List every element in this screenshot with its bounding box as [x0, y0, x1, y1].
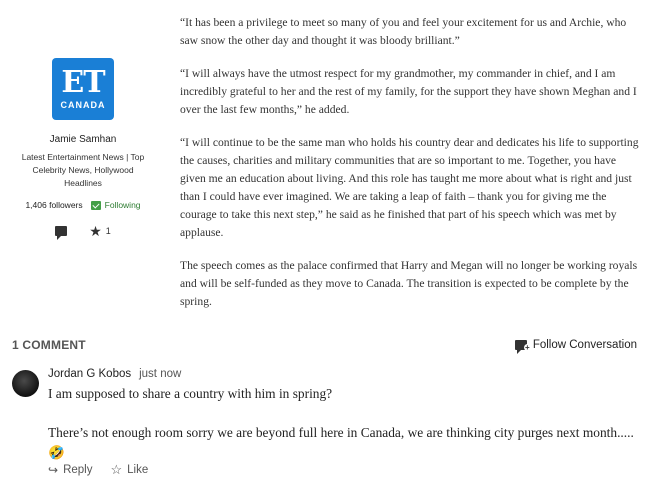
star-outline-icon: ☆: [110, 462, 123, 477]
logo-text: ET: [61, 65, 105, 100]
article-body: “It has been a privilege to meet so many…: [180, 14, 642, 326]
reply-label: Reply: [63, 464, 93, 476]
follow-conversation-label: Follow Conversation: [532, 339, 637, 351]
comment-actions: ↪ Reply ☆ Like: [48, 462, 148, 478]
comment-meta: Jordan G Kobos just now: [48, 368, 642, 380]
comment-line: I am supposed to share a country with hi…: [48, 386, 333, 401]
star-icon: ★: [89, 223, 102, 239]
et-canada-logo[interactable]: ET CANADA: [52, 58, 114, 120]
star-count: 1: [105, 226, 111, 236]
like-label: Like: [127, 464, 149, 476]
author-card: ET CANADA Jamie Samhan Latest Entertainm…: [14, 58, 152, 240]
reply-button[interactable]: ↪ Reply: [48, 462, 92, 478]
comment-body: Jordan G Kobos just now I am supposed to…: [48, 368, 642, 462]
comment: Jordan G Kobos just now I am supposed to…: [12, 368, 642, 477]
comment-text: I am supposed to share a country with hi…: [48, 384, 642, 462]
star-button[interactable]: ★ 1: [89, 224, 111, 238]
avatar[interactable]: [12, 370, 39, 397]
following-button[interactable]: Following: [90, 200, 141, 210]
comment-line: There’s not enough room sorry we are bey…: [48, 425, 634, 460]
article-paragraph: “It has been a privilege to meet so many…: [180, 16, 627, 47]
commenter-name[interactable]: Jordan G Kobos: [48, 368, 131, 380]
article-paragraph: “I will always have the utmost respect f…: [180, 67, 637, 116]
logo-subtext: CANADA: [60, 100, 106, 110]
author-name[interactable]: Jamie Samhan: [14, 134, 152, 145]
article-paragraph: The speech comes as the palace confirmed…: [180, 259, 638, 308]
article-paragraph: “I will continue to be the same man who …: [180, 136, 639, 239]
like-button[interactable]: ☆ Like: [110, 462, 148, 478]
comment-icon[interactable]: [55, 226, 68, 240]
reply-icon: ↪: [48, 463, 59, 477]
comment-count: 1 COMMENT: [12, 338, 86, 352]
follow-row: 1,406 followers Following: [14, 200, 152, 210]
following-label: Following: [104, 200, 141, 210]
author-actions: ★ 1: [14, 224, 152, 240]
comments-header: 1 COMMENT + Follow Conversation: [12, 338, 637, 354]
follow-conversation-button[interactable]: + Follow Conversation: [514, 339, 637, 354]
followers-count: 1,406 followers: [25, 200, 83, 210]
author-description: Latest Entertainment News | Top Celebrit…: [21, 152, 145, 188]
follow-conversation-icon: +: [514, 340, 531, 354]
comment-timestamp: just now: [139, 368, 182, 380]
following-check-icon: [90, 200, 101, 210]
